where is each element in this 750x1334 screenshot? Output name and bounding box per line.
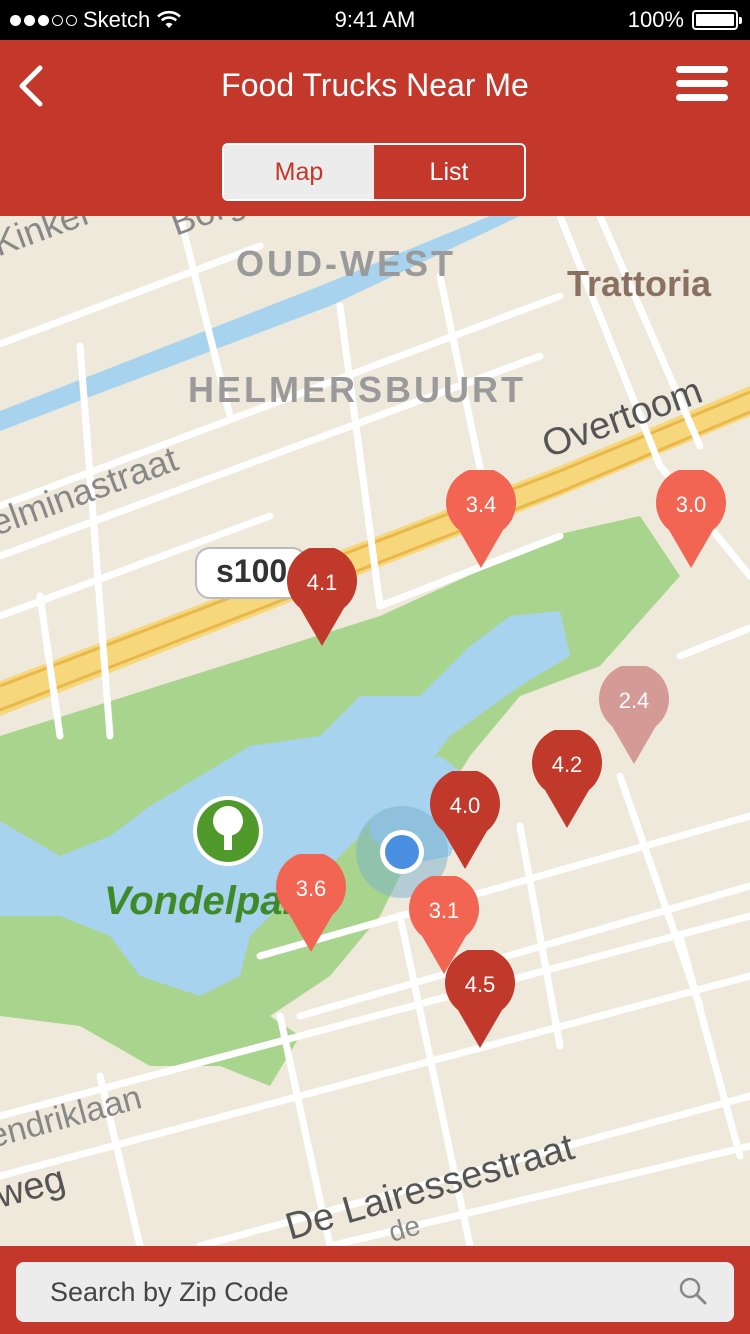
map-pin-rating: 4.1 xyxy=(306,570,338,595)
tab-list[interactable]: List xyxy=(374,145,524,199)
map-pin-rating: 4.5 xyxy=(464,972,496,997)
map-pin[interactable]: 4.5 xyxy=(445,950,515,1050)
battery-percent: 100% xyxy=(627,7,684,32)
map-label-oud-west: OUD-WEST xyxy=(236,243,456,284)
map-view[interactable]: Kinker Borg OUD-WEST Trattoria HELMERSBU… xyxy=(0,216,750,1246)
tab-map[interactable]: Map xyxy=(224,145,374,199)
map-pin-rating: 4.0 xyxy=(449,793,481,818)
search-input[interactable] xyxy=(50,1262,650,1322)
search-bar xyxy=(0,1246,750,1334)
navigation-bar: Food Trucks Near Me Map List xyxy=(0,40,750,216)
status-right: 100% xyxy=(627,7,742,33)
map-label-weg: weg xyxy=(0,1158,70,1217)
map-pin[interactable]: 3.0 xyxy=(656,470,726,570)
map-pin-rating: 3.6 xyxy=(295,876,327,901)
map-pin-rating: 3.4 xyxy=(465,492,497,517)
map-pin[interactable]: 3.4 xyxy=(446,470,516,570)
road-shield-label: s100 xyxy=(216,553,287,589)
search-icon[interactable] xyxy=(678,1276,708,1306)
map-pin-rating: 2.4 xyxy=(618,688,650,713)
map-pin[interactable]: 3.6 xyxy=(276,854,346,954)
search-box xyxy=(16,1262,734,1322)
map-label-kinker: Kinker xyxy=(0,216,97,264)
view-toggle: Map List xyxy=(222,143,526,201)
page-title: Food Trucks Near Me xyxy=(221,67,529,103)
map-label-trattoria: Trattoria xyxy=(567,263,712,304)
map-pin-rating: 3.0 xyxy=(675,492,707,517)
map-pin-rating: 3.1 xyxy=(428,898,460,923)
map-pin[interactable]: 4.2 xyxy=(532,730,602,830)
map-label-helmersbuurt: HELMERSBUURT xyxy=(188,369,526,410)
map-pin[interactable]: 2.4 xyxy=(599,666,669,766)
status-bar: Sketch 9:41 AM 100% xyxy=(0,0,750,40)
map-pin-rating: 4.2 xyxy=(551,752,583,777)
map-pin[interactable]: 4.0 xyxy=(430,771,500,871)
hamburger-menu-icon[interactable] xyxy=(676,66,728,104)
battery-icon xyxy=(692,10,742,30)
park-tree-icon xyxy=(193,796,263,866)
map-label-borg: Borg xyxy=(165,216,250,244)
map-label-de-lairessestraat: De Lairessestraat xyxy=(281,1126,579,1246)
map-pin[interactable]: 4.1 xyxy=(287,548,357,648)
